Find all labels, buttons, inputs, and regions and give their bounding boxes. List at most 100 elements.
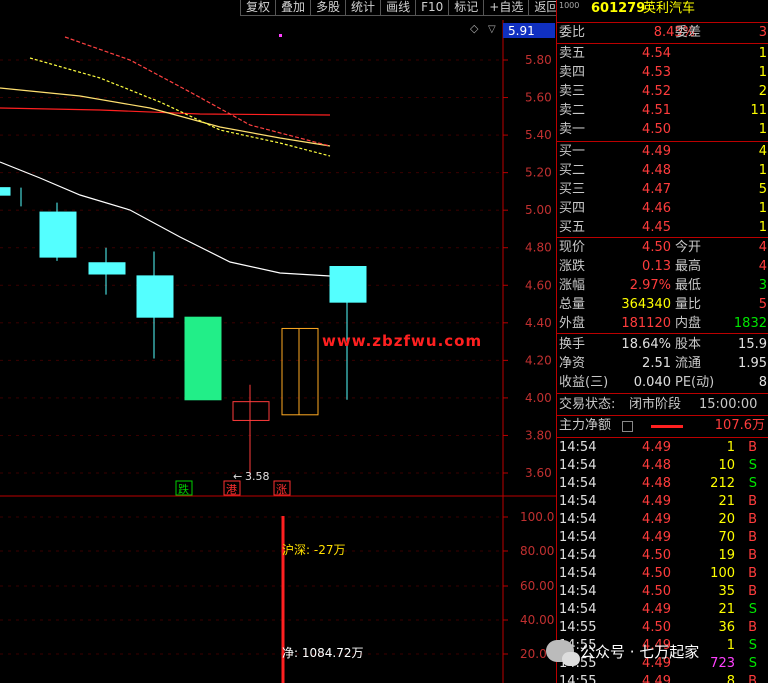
price-axis-label: 4.00 [525, 391, 552, 405]
ma-line-red-dash [64, 36, 331, 147]
kline-chart-area[interactable]: 5.80 5.60 5.40 5.20 5.00 4.80 4.60 4.40 4.20 4.00… [0, 0, 556, 683]
stock-name: 英利汽车 [643, 1, 696, 16]
low-price-label: 3.58 [245, 470, 270, 483]
bid-price: 4.49 [642, 144, 671, 159]
stat-value: 8 [758, 375, 767, 390]
tick-volume: 1 [726, 440, 735, 455]
tick-volume: 8 [726, 674, 735, 683]
price-axis-label: 4.60 [525, 278, 552, 292]
tick-price: 4.49 [642, 494, 671, 509]
stat-label: 流通 [675, 356, 702, 371]
event-tag-text: 涨 [276, 483, 287, 496]
candle-body [329, 266, 367, 303]
tick-time: 14:54 [559, 602, 597, 617]
quote-stat-row: 现价 4.50 今开 4 [557, 239, 768, 257]
bid-volume: 5 [758, 182, 767, 197]
stat-value: 181120 [621, 316, 671, 331]
tick-side: B [748, 530, 757, 545]
trade-status-row: 交易状态: 闭市阶段 15:00:00 [557, 396, 768, 414]
price-axis-label: 5.20 [525, 166, 552, 180]
toolbar-button[interactable]: F10 [415, 0, 449, 16]
stat-label: 总量 [559, 297, 586, 312]
main-force-bar [651, 425, 683, 428]
volume-axis-label: 60.00 [520, 579, 554, 593]
stat-label: PE(动) [675, 375, 715, 390]
toolbar-button[interactable]: 标记 [448, 0, 484, 16]
bid-level-label: 买一 [559, 144, 586, 159]
stat-value: 4.50 [642, 240, 671, 255]
toolbar-button[interactable]: 复权 [240, 0, 276, 16]
net-inflow-label: 净: 1084.72万 [282, 646, 363, 660]
tick-side: B [748, 620, 757, 635]
tick-row: 14:55 4.49 8 B [557, 673, 768, 683]
ask-level-row: 卖二 4.51 11 [557, 102, 768, 120]
candle-body [281, 327, 319, 416]
toolbar-button[interactable]: 多股 [310, 0, 346, 16]
bid-volume: 4 [758, 144, 767, 159]
stat-value: 5 [758, 297, 767, 312]
bid-volume: 1 [758, 163, 767, 178]
tick-side: S [748, 602, 757, 617]
price-axis-label: 5.60 [525, 91, 552, 105]
tick-side: S [748, 476, 757, 491]
stat-value: 1.95 [738, 356, 767, 371]
event-tag-text: 跌 [178, 482, 189, 496]
tick-price: 4.50 [642, 548, 671, 563]
candle-body [232, 401, 270, 421]
tick-volume: 36 [718, 620, 735, 635]
tick-price: 4.48 [642, 458, 671, 473]
current-price-tag-text: 5.91 [508, 24, 535, 38]
stat-label: 内盘 [675, 316, 702, 331]
wechat-watermark-text: 公众号 · 七万起家 [580, 642, 700, 661]
ask-level-row: 卖一 4.50 1 [557, 121, 768, 139]
tick-time: 14:54 [559, 512, 597, 527]
bid-price: 4.46 [642, 201, 671, 216]
toolbar-button[interactable]: 画线 [380, 0, 416, 16]
candle-body [184, 316, 222, 401]
stat-label: 今开 [675, 240, 702, 255]
price-axis-label: 4.40 [525, 316, 552, 330]
tick-side: S [748, 656, 757, 671]
tick-price: 4.49 [642, 602, 671, 617]
toolbar-button[interactable]: 叠加 [275, 0, 311, 16]
main-force-value: 107.6万 [714, 418, 765, 433]
stat-label: 净资 [559, 356, 586, 371]
tick-price: 4.49 [642, 674, 671, 683]
tick-time: 14:55 [559, 674, 597, 683]
bid-level-label: 买五 [559, 220, 586, 235]
ask-volume: 1 [758, 46, 767, 61]
tick-side: B [748, 440, 757, 455]
trade-status-value: 闭市阶段 [629, 397, 682, 412]
stat-value: 364340 [621, 297, 671, 312]
tick-price: 4.50 [642, 620, 671, 635]
tick-volume: 100 [710, 566, 735, 581]
quote-stat-row: 外盘 181120 内盘 1832 [557, 315, 768, 333]
stock-header: 1000 601279 英利汽车 [557, 0, 768, 18]
bid-price: 4.45 [642, 220, 671, 235]
stat-value: 18.64% [621, 337, 671, 352]
stat-label: 现价 [559, 240, 586, 255]
fundamental-row: 换手 18.64% 股本 15.9 [557, 336, 768, 354]
tick-time: 14:54 [559, 548, 597, 563]
tick-time: 14:54 [559, 440, 597, 455]
price-axis-label: 3.80 [525, 428, 552, 442]
price-axis-label: 4.20 [525, 353, 552, 367]
toolbar-button[interactable]: 统计 [345, 0, 381, 16]
ask-price: 4.50 [642, 122, 671, 137]
trade-status-label: 交易状态: [559, 397, 616, 412]
stat-label: 外盘 [559, 316, 586, 331]
tick-time: 14:54 [559, 458, 597, 473]
tick-price: 4.49 [642, 512, 671, 527]
marker-dot [279, 34, 282, 37]
stock-code: 601279 [591, 1, 646, 16]
tick-row: 14:54 4.50 100 B [557, 565, 768, 583]
tick-volume: 70 [718, 530, 735, 545]
toolbar-button[interactable]: +自选 [483, 0, 529, 16]
tick-side: S [748, 638, 757, 653]
weicha-label: 委差 [675, 25, 702, 40]
wechat-watermark: 公众号 · 七万起家 [546, 640, 700, 666]
tick-price: 4.49 [642, 530, 671, 545]
stat-value: 3 [758, 278, 767, 293]
tick-side: S [748, 458, 757, 473]
weibi-row: 委比 8.45% 委差 3 [557, 24, 768, 42]
